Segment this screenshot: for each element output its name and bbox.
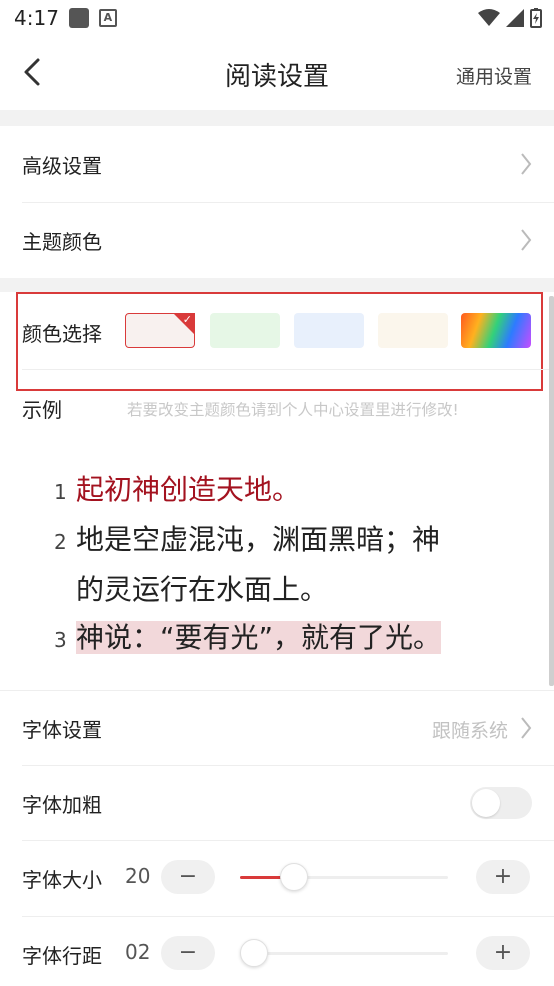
verse-number: 3 [54, 628, 67, 652]
verse-number: 2 [54, 530, 67, 554]
toggle-knob [472, 789, 500, 817]
check-icon: ✓ [182, 313, 192, 326]
font-size-increase-button[interactable]: + [476, 860, 530, 894]
verse-text: 的灵运行在水面上。 [76, 573, 329, 606]
example-label: 示例 [22, 398, 62, 422]
font-size-label: 字体大小 [22, 867, 102, 892]
example-hint: 若要改变主题颜色请到个人中心设置里进行修改! [127, 401, 459, 419]
section-gap [0, 278, 554, 292]
example-preview: 1 起初神创造天地。 2 地是空虚混沌，渊面黑暗；神 的灵运行在水面上。 3 神说：“… [54, 466, 494, 664]
slider-thumb[interactable] [240, 939, 268, 967]
notification-icon [68, 8, 89, 28]
color-swatch-light-red[interactable]: ✓ [125, 313, 195, 348]
verse-3: 3 神说：“要有光”，就有了光。 [54, 614, 494, 664]
status-time: 4:17 [14, 6, 59, 30]
font-settings-value: 跟随系统 [431, 720, 508, 742]
slider-thumb[interactable] [280, 863, 309, 891]
font-settings-label: 字体设置 [22, 717, 102, 742]
line-spacing-increase-button[interactable]: + [476, 936, 530, 970]
color-swatch-light-green[interactable] [210, 313, 280, 348]
color-swatch-light-blue[interactable] [294, 313, 364, 348]
verse-text: 地是空虚混沌，渊面黑暗；神 [76, 523, 441, 556]
verse-2-continued: 的灵运行在水面上。 [54, 566, 494, 614]
nav-bar: 阅读设置 通用设置 [0, 36, 554, 110]
line-spacing-value: 02 [125, 940, 151, 964]
font-settings-row[interactable]: 字体设置 跟随系统 [0, 690, 554, 766]
line-spacing-decrease-button[interactable]: − [161, 936, 215, 970]
chevron-right-icon [521, 153, 532, 175]
color-swatch-light-beige[interactable] [378, 313, 448, 348]
chevron-right-icon [521, 229, 532, 251]
scrollbar[interactable] [549, 296, 554, 686]
line-spacing-label: 字体行距 [22, 943, 102, 968]
verse-2: 2 地是空虚混沌，渊面黑暗；神 [54, 516, 494, 566]
color-select-label: 颜色选择 [22, 322, 102, 346]
verse-text: 神说：“要有光”，就有了光。 [76, 621, 442, 654]
font-bold-label: 字体加粗 [22, 792, 102, 817]
app-notification-icon: A [98, 9, 117, 27]
font-size-value: 20 [125, 864, 151, 888]
verse-text: 起初神创造天地。 [76, 473, 301, 506]
font-bold-toggle[interactable] [470, 787, 532, 819]
advanced-settings-row[interactable]: 高级设置 [0, 126, 554, 202]
theme-color-row[interactable]: 主题颜色 [0, 202, 554, 278]
theme-color-label: 主题颜色 [22, 229, 102, 254]
line-spacing-slider[interactable] [240, 939, 448, 967]
status-bar: 4:17 A [0, 0, 554, 36]
divider [22, 369, 554, 370]
verse-number: 1 [54, 480, 67, 504]
font-size-row: 字体大小 20 − + [0, 840, 554, 916]
section-gap [0, 110, 554, 126]
verse-1: 1 起初神创造天地。 [54, 466, 494, 516]
battery-icon [530, 8, 542, 28]
wifi-icon [478, 9, 500, 26]
general-settings-button[interactable]: 通用设置 [456, 62, 532, 89]
font-size-decrease-button[interactable]: − [161, 860, 215, 894]
line-spacing-row: 字体行距 02 − + [0, 916, 554, 986]
font-bold-row: 字体加粗 [0, 765, 554, 841]
advanced-settings-label: 高级设置 [22, 153, 102, 178]
color-swatch-rainbow[interactable] [461, 313, 531, 348]
signal-icon [506, 9, 524, 27]
chevron-right-icon [521, 717, 532, 739]
font-size-slider[interactable] [240, 863, 448, 891]
